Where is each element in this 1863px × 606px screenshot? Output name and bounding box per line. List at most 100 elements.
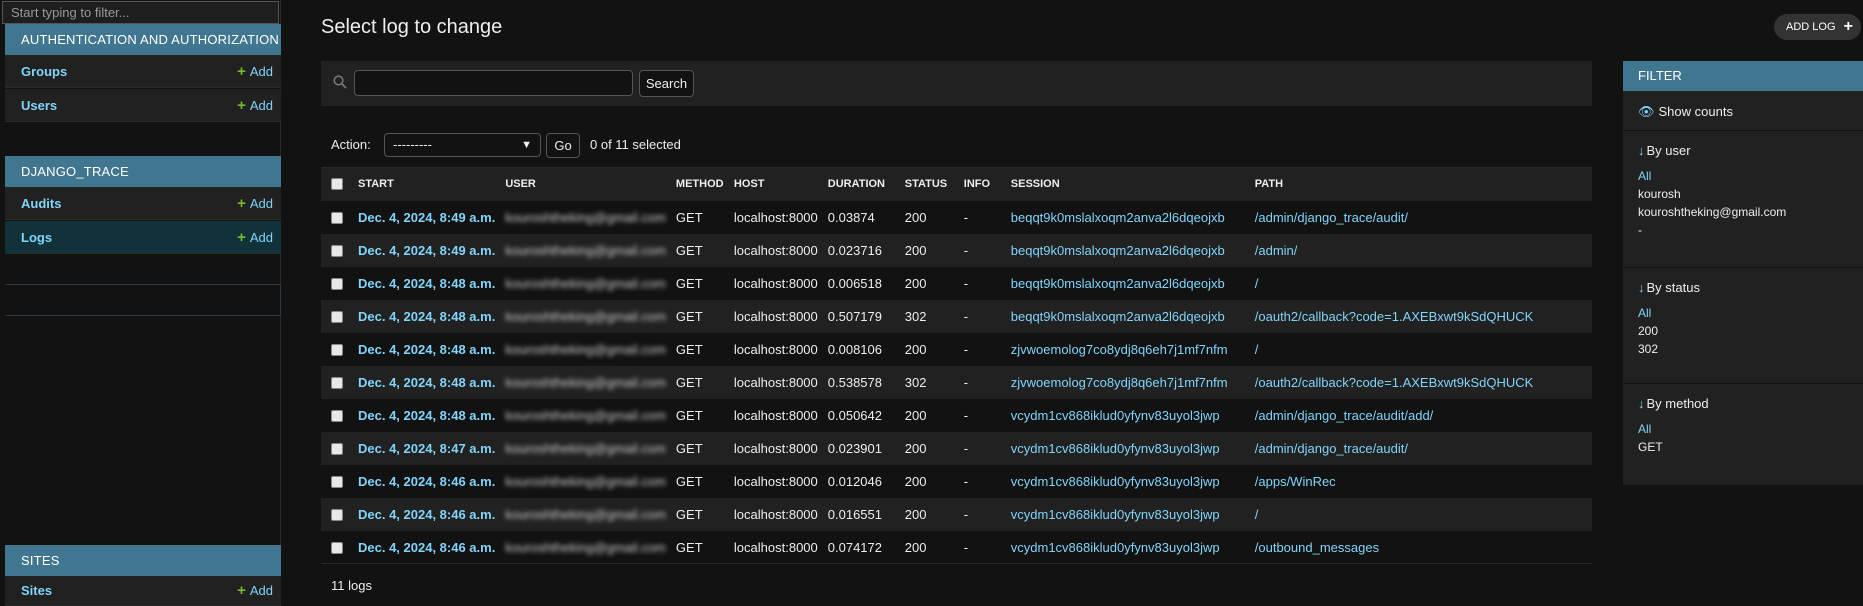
path-link[interactable]: /admin/django_trace/audit/ [1255,210,1408,225]
path-link[interactable]: /oauth2/callback?code=1.AXEBxwt9kSdQHUCK [1255,375,1534,390]
row-checkbox[interactable] [331,245,343,258]
session-link[interactable]: zjvwoemolog7co8ydj8q6eh7j1mf7nfm [1011,375,1228,390]
groups-add-link[interactable]: + Add [237,55,273,88]
search-button[interactable]: Search [639,70,694,97]
sidebar-item-groups: Groups + Add [5,55,281,88]
add-log-button[interactable]: ADD LOG + [1774,14,1861,40]
row-checkbox[interactable] [331,311,343,324]
start-link[interactable]: Dec. 4, 2024, 8:49 a.m. [358,210,495,225]
session-link[interactable]: vcydm1cv868iklud0yfynv83uyol3jwp [1011,441,1220,456]
action-counter: 0 of 11 selected [590,137,681,152]
sidebar-link-sites[interactable]: Sites [21,576,52,606]
action-select[interactable]: --------- ▼ [384,133,541,157]
logs-add-link[interactable]: + Add [237,221,273,254]
host-cell: localhost:8000 [723,464,818,498]
filter-option-user-kourosh[interactable]: kourosh [1638,187,1681,201]
start-link[interactable]: Dec. 4, 2024, 8:48 a.m. [358,276,495,291]
sites-add-link[interactable]: + Add [237,576,273,606]
app-caption-auth[interactable]: AUTHENTICATION AND AUTHORIZATION [5,24,281,55]
row-checkbox[interactable] [331,443,343,456]
plus-icon: + [237,97,246,114]
path-link[interactable]: / [1255,507,1259,522]
search-input[interactable] [354,70,633,96]
path-link[interactable]: / [1255,342,1259,357]
start-link[interactable]: Dec. 4, 2024, 8:48 a.m. [358,375,495,390]
filter-option-user-none[interactable]: - [1638,223,1642,237]
table-row: Dec. 4, 2024, 8:48 a.m. kouroshtheking@gm… [321,332,1592,366]
filter-option-status-all[interactable]: All [1638,306,1651,320]
row-checkbox[interactable] [331,344,343,357]
filter-heading-user: ↓ By user [1638,143,1691,158]
row-checkbox[interactable] [331,377,343,390]
row-checkbox[interactable] [331,476,343,489]
row-checkbox[interactable] [331,410,343,423]
users-add-link[interactable]: + Add [237,89,273,122]
show-counts-link[interactable]: 👁 Show counts [1638,104,1733,120]
column-header-info[interactable]: INFO [953,167,1001,201]
filter-section-user: ↓ By user All kourosh kouroshtheking@gmai… [1623,130,1863,246]
row-checkbox[interactable] [331,509,343,522]
filter-option-method-get[interactable]: GET [1638,440,1663,454]
column-header-host[interactable]: HOST [723,167,818,201]
sidebar-link-groups[interactable]: Groups [21,55,67,88]
plus-icon: + [237,229,246,246]
column-header-duration[interactable]: DURATION [817,167,895,201]
start-link[interactable]: Dec. 4, 2024, 8:48 a.m. [358,342,495,357]
filter-title: FILTER [1623,61,1863,91]
go-button[interactable]: Go [546,133,580,158]
row-select-cell [321,464,348,498]
path-link[interactable]: /admin/ [1255,243,1298,258]
session-link[interactable]: vcydm1cv868iklud0yfynv83uyol3jwp [1011,507,1220,522]
column-header-user[interactable]: USER [495,167,666,201]
session-link[interactable]: beqqt9k0mslalxoqm2anva2l6dqeojxb [1011,309,1225,324]
sidebar-link-logs[interactable]: Logs [21,221,52,254]
column-header-path[interactable]: PATH [1244,167,1592,201]
start-link[interactable]: Dec. 4, 2024, 8:46 a.m. [358,507,495,522]
column-header-status[interactable]: STATUS [894,167,954,201]
row-select-cell [321,530,348,564]
user-cell: kouroshtheking@gmail.com [495,365,666,399]
start-link[interactable]: Dec. 4, 2024, 8:49 a.m. [358,243,495,258]
filter-option-user-email[interactable]: kouroshtheking@gmail.com [1638,205,1786,219]
session-link[interactable]: beqqt9k0mslalxoqm2anva2l6dqeojxb [1011,276,1225,291]
path-link[interactable]: / [1255,276,1259,291]
select-all-checkbox[interactable] [331,178,343,191]
column-header-start[interactable]: START [348,167,496,201]
path-link[interactable]: /oauth2/callback?code=1.AXEBxwt9kSdQHUCK [1255,309,1534,324]
row-checkbox[interactable] [331,212,343,225]
user-cell: kouroshtheking@gmail.com [495,464,666,498]
app-caption-django-trace[interactable]: DJANGO_TRACE [5,156,281,187]
column-header-method[interactable]: METHOD [665,167,724,201]
session-link[interactable]: zjvwoemolog7co8ydj8q6eh7j1mf7nfm [1011,342,1228,357]
path-link[interactable]: /admin/django_trace/audit/add/ [1255,408,1434,423]
session-link[interactable]: vcydm1cv868iklud0yfynv83uyol3jwp [1011,474,1220,489]
session-link[interactable]: beqqt9k0mslalxoqm2anva2l6dqeojxb [1011,210,1225,225]
app-caption-sites[interactable]: SITES [5,545,281,576]
path-link[interactable]: /admin/django_trace/audit/ [1255,441,1408,456]
start-link[interactable]: Dec. 4, 2024, 8:46 a.m. [358,474,495,489]
row-checkbox[interactable] [331,542,343,555]
row-checkbox[interactable] [331,278,343,291]
filter-option-status-302[interactable]: 302 [1638,342,1658,356]
start-link[interactable]: Dec. 4, 2024, 8:46 a.m. [358,540,495,555]
start-cell: Dec. 4, 2024, 8:46 a.m. [348,497,496,531]
start-link[interactable]: Dec. 4, 2024, 8:48 a.m. [358,309,495,324]
filter-option-status-200[interactable]: 200 [1638,324,1658,338]
filter-option-user-all[interactable]: All [1638,169,1651,183]
start-link[interactable]: Dec. 4, 2024, 8:48 a.m. [358,408,495,423]
filter-option-method-all[interactable]: All [1638,422,1651,436]
session-link[interactable]: beqqt9k0mslalxoqm2anva2l6dqeojxb [1011,243,1225,258]
table-header-row: START USER METHOD HOST DURATION STATUS I… [321,167,1592,201]
sidebar-link-audits[interactable]: Audits [21,187,61,220]
nav-filter-input[interactable]: Start typing to filter... [2,1,279,24]
audits-add-link[interactable]: + Add [237,187,273,220]
session-link[interactable]: vcydm1cv868iklud0yfynv83uyol3jwp [1011,408,1220,423]
session-cell: vcydm1cv868iklud0yfynv83uyol3jwp [1000,431,1245,465]
duration-cell: 0.03874 [817,200,895,234]
session-link[interactable]: vcydm1cv868iklud0yfynv83uyol3jwp [1011,540,1220,555]
path-link[interactable]: /outbound_messages [1255,540,1379,555]
column-header-session[interactable]: SESSION [1000,167,1245,201]
sidebar-link-users[interactable]: Users [21,89,57,122]
start-link[interactable]: Dec. 4, 2024, 8:47 a.m. [358,441,495,456]
path-link[interactable]: /apps/WinRec [1255,474,1336,489]
